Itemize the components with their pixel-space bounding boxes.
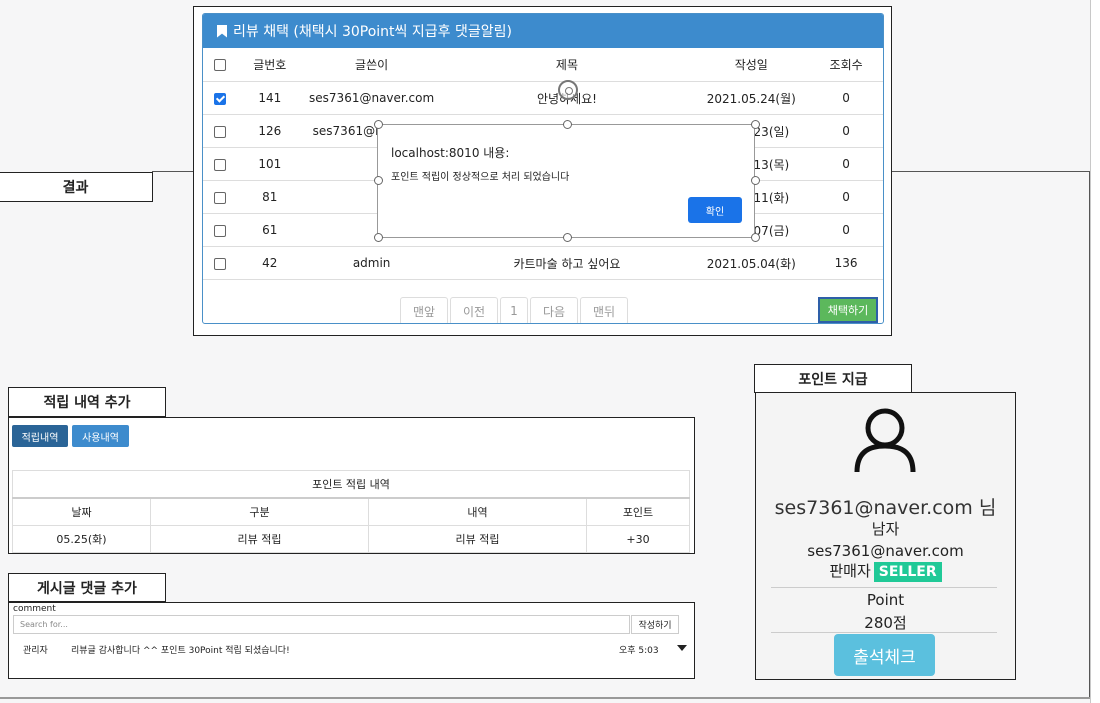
- column-header: 조회수: [809, 48, 883, 82]
- post-date: 2021.05.04(화): [693, 246, 810, 280]
- dialog-ok-button[interactable]: 확인: [688, 197, 742, 223]
- post-views: 136: [809, 246, 883, 280]
- write-comment-button[interactable]: 작성하기: [631, 615, 679, 634]
- review-table-header: 글번호 글쓴이 제목 작성일 조회수: [203, 48, 883, 82]
- column-header: 작성일: [693, 48, 810, 82]
- resize-handle[interactable]: [751, 120, 760, 129]
- row-checkbox[interactable]: [213, 125, 226, 138]
- bookmark-icon: [217, 24, 227, 38]
- divider: [771, 587, 997, 588]
- profile-gender: 남자: [871, 520, 900, 538]
- resize-handle[interactable]: [563, 120, 572, 129]
- review-panel-header: 리뷰 채택 (채택시 30Point씩 지급후 댓글알림): [203, 14, 883, 48]
- page-number-button[interactable]: 1: [500, 297, 528, 323]
- post-views: 0: [809, 213, 883, 247]
- row-checkbox[interactable]: [213, 158, 226, 171]
- point-value: 280점: [864, 614, 907, 632]
- alert-dialog: localhost:8010 내용: 포인트 적립이 정상적으로 처리 되었습니…: [377, 124, 755, 238]
- profile-card: ses7361@naver.com 님 남자 ses7361@naver.com…: [755, 392, 1016, 680]
- resize-handle[interactable]: [563, 233, 572, 242]
- profile-role-line: 판매자 SELLER: [756, 560, 1015, 582]
- comment-input[interactable]: Search for...: [13, 615, 630, 634]
- resize-handle[interactable]: [751, 233, 760, 242]
- point-label: Point: [866, 591, 905, 609]
- table-row: 42 admin 카트마술 하고 싶어요 2021.05.04(화) 136: [203, 246, 883, 280]
- column-header: 글번호: [236, 48, 303, 82]
- point-amount: +30: [586, 525, 690, 553]
- post-writer: admin: [302, 246, 441, 280]
- pagination: 맨앞 이전 1 다음 맨뒤: [203, 292, 883, 323]
- page-next-button[interactable]: 다음: [530, 297, 578, 323]
- dialog-message: 포인트 적립이 정상적으로 처리 되었습니다: [391, 172, 570, 183]
- comment-label: comment: [13, 604, 56, 614]
- post-number: 42: [236, 246, 303, 280]
- profile-email: ses7361@naver.com: [807, 542, 964, 560]
- post-views: 0: [809, 147, 883, 181]
- dialog-title: localhost:8010 내용:: [391, 146, 510, 160]
- point-history-table: 포인트 적립 내역 날짜 구분 내역 포인트 05.25(화) 리뷰 적립 리뷰…: [12, 470, 690, 553]
- table-row: 05.25(화) 리뷰 적립 리뷰 적립 +30: [12, 525, 690, 553]
- post-number: 81: [236, 180, 303, 214]
- column-header: 글쓴이: [302, 48, 441, 82]
- comment-time: 오후 5:03: [619, 646, 659, 656]
- comment-text: 리뷰글 감사합니다 ^^ 포인트 30Point 적립 되셨습니다!: [71, 646, 290, 656]
- row-checkbox[interactable]: [213, 92, 226, 105]
- column-header: 날짜: [12, 497, 151, 526]
- table-caption: 포인트 적립 내역: [12, 470, 690, 499]
- page-first-button[interactable]: 맨앞: [400, 297, 448, 323]
- post-writer: ses7361@naver.com: [302, 81, 441, 115]
- post-number: 126: [236, 114, 303, 148]
- attendance-check-button[interactable]: 출석체크: [834, 634, 935, 676]
- post-subject[interactable]: 카트마술 하고 싶어요: [440, 246, 694, 280]
- point-history-panel: 적립내역 사용내역 포인트 적립 내역 날짜 구분 내역 포인트 05.25(화…: [8, 417, 695, 554]
- profile-role: 판매자: [829, 562, 871, 580]
- select-all-checkbox[interactable]: [213, 59, 226, 71]
- row-checkbox[interactable]: [213, 224, 226, 237]
- tab-earned[interactable]: 적립내역: [12, 425, 68, 447]
- post-views: 0: [809, 114, 883, 148]
- column-header: 제목: [440, 48, 694, 82]
- point-give-label: 포인트 지급: [754, 364, 912, 393]
- table-row: 141 ses7361@naver.com 안녕하세요! 2021.05.24(…: [203, 81, 883, 115]
- point-add-label: 적립 내역 추가: [8, 387, 166, 417]
- tab-used[interactable]: 사용내역: [72, 425, 129, 447]
- point-detail: 리뷰 적립: [368, 525, 587, 553]
- select-review-button[interactable]: 채택하기: [818, 297, 878, 323]
- post-views: 0: [809, 81, 883, 115]
- point-date: 05.25(화): [12, 525, 151, 553]
- comment-add-label: 게시글 댓글 추가: [8, 573, 166, 602]
- row-checkbox[interactable]: [213, 191, 226, 204]
- post-number: 61: [236, 213, 303, 247]
- post-number: 101: [236, 147, 303, 181]
- page-prev-button[interactable]: 이전: [450, 297, 498, 323]
- rotate-handle-icon[interactable]: [558, 80, 578, 100]
- post-number: 141: [236, 81, 303, 115]
- result-label: 결과: [0, 172, 153, 202]
- point-table-header: 날짜 구분 내역 포인트: [12, 497, 690, 526]
- column-header: 구분: [150, 497, 369, 526]
- bottom-divider: [0, 697, 1090, 699]
- resize-handle[interactable]: [751, 176, 760, 185]
- divider: [771, 632, 997, 633]
- review-panel-title: 리뷰 채택 (채택시 30Point씩 지급후 댓글알림): [233, 24, 512, 40]
- post-date: 2021.05.24(월): [693, 81, 810, 115]
- seller-badge: SELLER: [873, 562, 942, 582]
- point-type: 리뷰 적립: [150, 525, 369, 553]
- column-header: 포인트: [586, 497, 690, 526]
- scrollbar[interactable]: [1090, 0, 1100, 703]
- resize-handle[interactable]: [374, 233, 383, 242]
- user-icon: [854, 408, 916, 473]
- post-views: 0: [809, 180, 883, 214]
- caret-down-icon[interactable]: [677, 645, 687, 651]
- profile-email-title: ses7361@naver.com 님: [774, 497, 997, 519]
- page-last-button[interactable]: 맨뒤: [580, 297, 628, 323]
- row-checkbox[interactable]: [213, 257, 226, 270]
- column-header: 내역: [368, 497, 587, 526]
- comment-panel: comment Search for... 작성하기 관리자 리뷰글 감사합니다…: [8, 602, 695, 679]
- resize-handle[interactable]: [374, 176, 383, 185]
- comment-author: 관리자: [23, 646, 48, 656]
- resize-handle[interactable]: [374, 120, 383, 129]
